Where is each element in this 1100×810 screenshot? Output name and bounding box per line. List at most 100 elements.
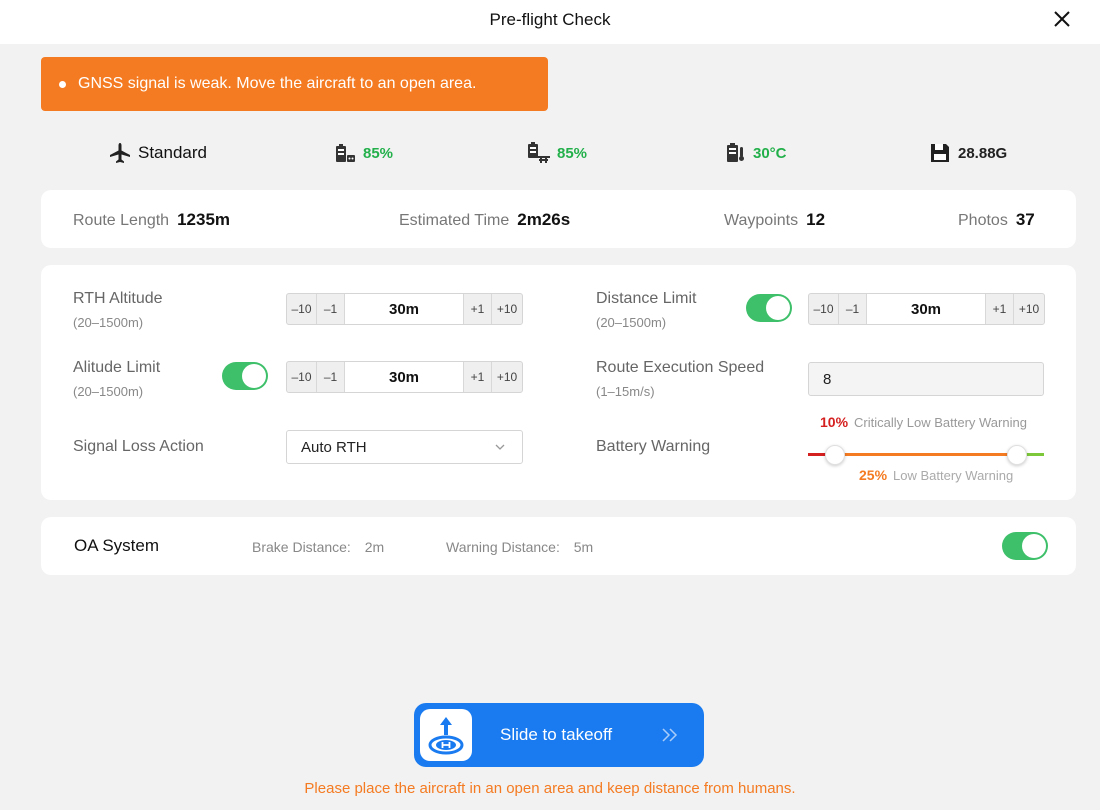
storage-value: 28.88G [958,144,1008,162]
route-length-value: 1235m [177,210,231,229]
waypoints: Waypoints 12 [724,210,825,230]
route-speed-title: Route Execution Speed [596,359,765,376]
critical-battery-caption: 10% Critically Low Battery Warning [820,414,1027,430]
photos-value: 37 [1015,210,1035,229]
toggle-knob [1022,534,1046,558]
alert-text: GNSS signal is weak. Move the aircraft t… [78,75,477,92]
gnss-warning-banner: GNSS signal is weak. Move the aircraft t… [41,57,548,111]
signal-loss-label: Signal Loss Action [73,438,204,455]
oa-system-card: OA System Brake Distance: 2m Warning Dis… [41,517,1076,575]
distance-limit-toggle[interactable] [746,294,792,322]
flight-mode-status: Standard [108,136,207,170]
airplane-icon [110,143,130,163]
estimated-time: Estimated Time 2m26s [399,210,570,230]
battery-warning-slider[interactable] [808,444,1044,466]
plus-1-button[interactable]: +1 [464,294,492,324]
altitude-limit-range: (20–1500m) [73,384,144,399]
flight-mode-label: Standard [138,143,207,162]
brake-distance: Brake Distance: 2m [252,539,384,555]
plus-1-button[interactable]: +1 [986,294,1014,324]
status-row: Standard 85% 85% 30°C 28.88G [0,136,1100,170]
warning-distance-label: Warning Distance: [446,539,564,555]
low-battery-text: Low Battery Warning [893,468,1014,483]
toggle-knob [766,296,790,320]
alert-dot-icon [59,80,66,88]
rth-altitude-title: RTH Altitude [73,290,163,307]
battery-temperature-status: 30°C [725,136,787,170]
minus-10-button[interactable]: –10 [287,362,317,392]
critical-battery-text: Critically Low Battery Warning [854,415,1027,430]
low-battery-caption: 25% Low Battery Warning [859,467,1013,483]
altitude-limit-toggle[interactable] [222,362,268,390]
rc-battery-value: 85% [363,144,394,162]
aircraft-battery-icon [528,142,550,163]
signal-loss-value: Auto RTH [301,438,367,456]
takeoff-slider-handle[interactable] [420,709,472,761]
distance-limit-title: Distance Limit [596,290,697,307]
plus-10-button[interactable]: +10 [1014,294,1044,324]
estimated-time-value: 2m26s [517,210,571,229]
minus-1-button[interactable]: –1 [839,294,867,324]
distance-limit-stepper: –10 –1 30m +1 +10 [808,293,1045,325]
slide-to-takeoff[interactable]: Slide to takeoff [414,703,704,767]
waypoints-label: Waypoints [724,212,799,229]
altitude-limit-stepper: –10 –1 30m +1 +10 [286,361,523,393]
estimated-time-label: Estimated Time [399,212,510,229]
flight-parameters-card: RTH Altitude (20–1500m) –10 –1 30m +1 +1… [41,265,1076,500]
toggle-knob [242,364,266,388]
photos: Photos 37 [958,210,1035,230]
minus-10-button[interactable]: –10 [287,294,317,324]
altitude-limit-title: Alitude Limit [73,359,161,376]
page-title: Pre-flight Check [489,10,611,29]
minus-1-button[interactable]: –1 [317,362,345,392]
battery-temperature-value: 30°C [753,144,787,162]
warning-distance-value: 5m [573,539,594,555]
warning-distance: Warning Distance: 5m [446,539,593,555]
brake-distance-value: 2m [364,539,385,555]
rth-altitude-stepper: –10 –1 30m +1 +10 [286,293,523,325]
aircraft-battery-status: 85% [525,136,587,170]
critical-battery-thumb[interactable] [825,445,845,465]
altitude-limit-value[interactable]: 30m [345,362,464,392]
distance-limit-value[interactable]: 30m [867,294,986,324]
double-chevron-right-icon [662,728,678,742]
brake-distance-label: Brake Distance: [252,539,355,555]
remote-controller-battery-icon [336,144,355,162]
plus-1-button[interactable]: +1 [464,362,492,392]
battery-warning-label: Battery Warning [596,438,711,455]
route-speed-label: Route Execution Speed (1–15m/s) [596,358,764,402]
low-range-segment [834,453,1018,456]
sd-card-icon [931,144,949,162]
rth-altitude-range: (20–1500m) [73,315,144,330]
minus-10-button[interactable]: –10 [809,294,839,324]
oa-system-title: OA System [74,536,160,555]
plus-10-button[interactable]: +10 [492,362,522,392]
minus-1-button[interactable]: –1 [317,294,345,324]
rc-battery-status: 85% [333,136,393,170]
distance-limit-range: (20–1500m) [596,315,667,330]
low-battery-value: 25% [859,467,888,483]
altitude-limit-label: Alitude Limit (20–1500m) [73,358,160,402]
route-length: Route Length 1235m [73,210,230,230]
low-battery-thumb[interactable] [1007,445,1027,465]
plus-10-button[interactable]: +10 [492,294,522,324]
photos-label: Photos [958,212,1008,229]
chevron-down-icon [495,444,505,450]
rth-altitude-label: RTH Altitude (20–1500m) [73,289,163,333]
title-bar: Pre-flight Check [0,0,1100,44]
oa-system-toggle[interactable] [1002,532,1048,560]
aircraft-battery-value: 85% [557,144,588,162]
critical-battery-value: 10% [820,414,849,430]
takeoff-label: Slide to takeoff [500,725,613,744]
signal-loss-select[interactable]: Auto RTH [286,430,523,464]
takeoff-safety-note: Please place the aircraft in an open are… [304,780,796,797]
route-length-label: Route Length [73,212,170,229]
distance-limit-label: Distance Limit (20–1500m) [596,289,696,333]
route-summary-card: Route Length 1235m Estimated Time 2m26s Wa… [41,190,1076,248]
battery-temperature-icon [727,143,744,162]
rth-altitude-value[interactable]: 30m [345,294,464,324]
route-speed-input[interactable]: 8 [808,362,1044,396]
takeoff-icon [428,717,464,755]
close-icon[interactable] [1050,7,1074,31]
route-speed-range: (1–15m/s) [596,384,655,399]
